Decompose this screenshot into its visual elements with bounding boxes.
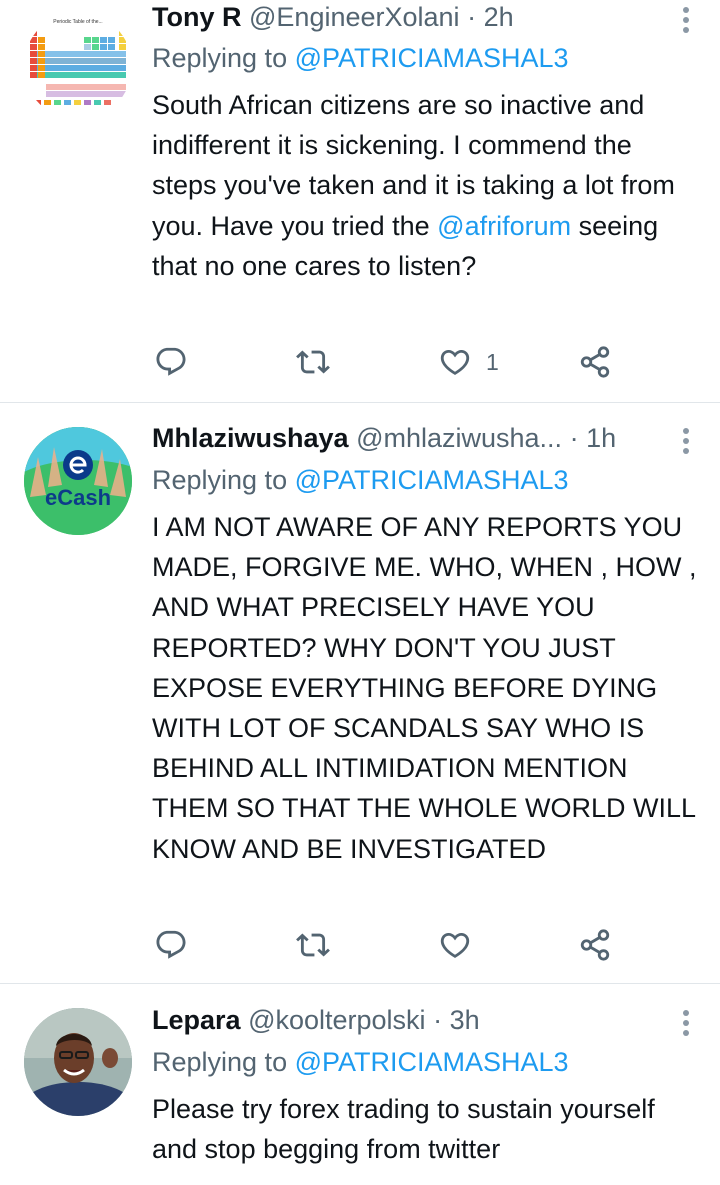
share-button[interactable] [578,342,612,382]
replying-to-handle[interactable]: @PATRICIAMASHAL3 [295,465,569,495]
timestamp[interactable]: 2h [484,2,514,32]
share-button[interactable] [578,925,612,965]
timestamp[interactable]: 3h [450,1005,480,1035]
reply-button[interactable] [154,342,188,382]
share-icon [580,346,610,378]
replying-to: Replying to @PATRICIAMASHAL3 [152,463,569,497]
reply-icon [156,347,186,376]
tweet-lepara[interactable]: Lepara @koolterpolski · 3h Replying to @… [0,984,720,1185]
separator-dot: · [433,1005,443,1035]
replying-to-handle[interactable]: @PATRICIAMASHAL3 [295,1047,569,1077]
retweet-icon [296,350,330,374]
share-icon [580,929,610,961]
avatar-ecash[interactable]: eCash [24,427,132,535]
retweet-button[interactable] [296,342,330,382]
reply-icon [156,930,186,959]
user-handle[interactable]: @mhlaziwusha... [356,423,562,453]
more-icon[interactable] [682,1006,690,1040]
replying-to-label: Replying to [152,43,288,73]
more-icon[interactable] [682,424,690,458]
tweet-tony-r[interactable]: Periodic Table of the... Tony R @Enginee… [0,0,720,402]
like-icon [440,932,470,958]
tweet-text: I AM NOT AWARE OF ANY REPORTS YOU MADE, … [152,512,697,864]
retweet-icon [296,933,330,957]
avatar-caption: Periodic Table of the... [53,19,102,25]
more-icon[interactable] [682,3,690,37]
replying-to: Replying to @PATRICIAMASHAL3 [152,1045,569,1079]
tweet-header: Mhlaziwushaya @mhlaziwusha... · 1h [152,421,710,455]
reply-button[interactable] [154,925,188,965]
like-icon [440,349,470,375]
tweet-actions: 1 [152,342,622,382]
display-name[interactable]: Mhlaziwushaya [152,423,349,453]
like-button[interactable] [438,925,486,965]
replying-to-handle[interactable]: @PATRICIAMASHAL3 [295,43,569,73]
like-button[interactable]: 1 [438,342,499,382]
user-handle[interactable]: @koolterpolski [248,1005,425,1035]
mention-link[interactable]: @afriforum [437,211,571,241]
avatar-periodic-table[interactable]: Periodic Table of the... [24,12,132,120]
tweet-header: Tony R @EngineerXolani · 2h [152,0,710,34]
avatar-lepara[interactable] [24,1008,132,1116]
tweet-mhlaziwushaya[interactable]: eCash Mhlaziwushaya @mhlaziwusha... · 1h… [0,403,720,983]
tweet-header: Lepara @koolterpolski · 3h [152,1003,710,1037]
avatar-text: eCash [45,485,111,510]
separator-dot: · [569,423,579,453]
display-name[interactable]: Lepara [152,1005,241,1035]
separator-dot: · [467,2,477,32]
replying-to-label: Replying to [152,1047,288,1077]
display-name[interactable]: Tony R [152,2,242,32]
retweet-button[interactable] [296,925,330,965]
timestamp[interactable]: 1h [586,423,616,453]
tweet-actions [152,925,622,965]
like-count: 1 [486,348,499,375]
replying-to-label: Replying to [152,465,288,495]
user-handle[interactable]: @EngineerXolani [249,2,460,32]
tweet-text: South African citizens are so inactive a… [152,85,702,286]
replying-to: Replying to @PATRICIAMASHAL3 [152,41,569,75]
tweet-text: Please try forex trading to sustain your… [152,1094,655,1165]
